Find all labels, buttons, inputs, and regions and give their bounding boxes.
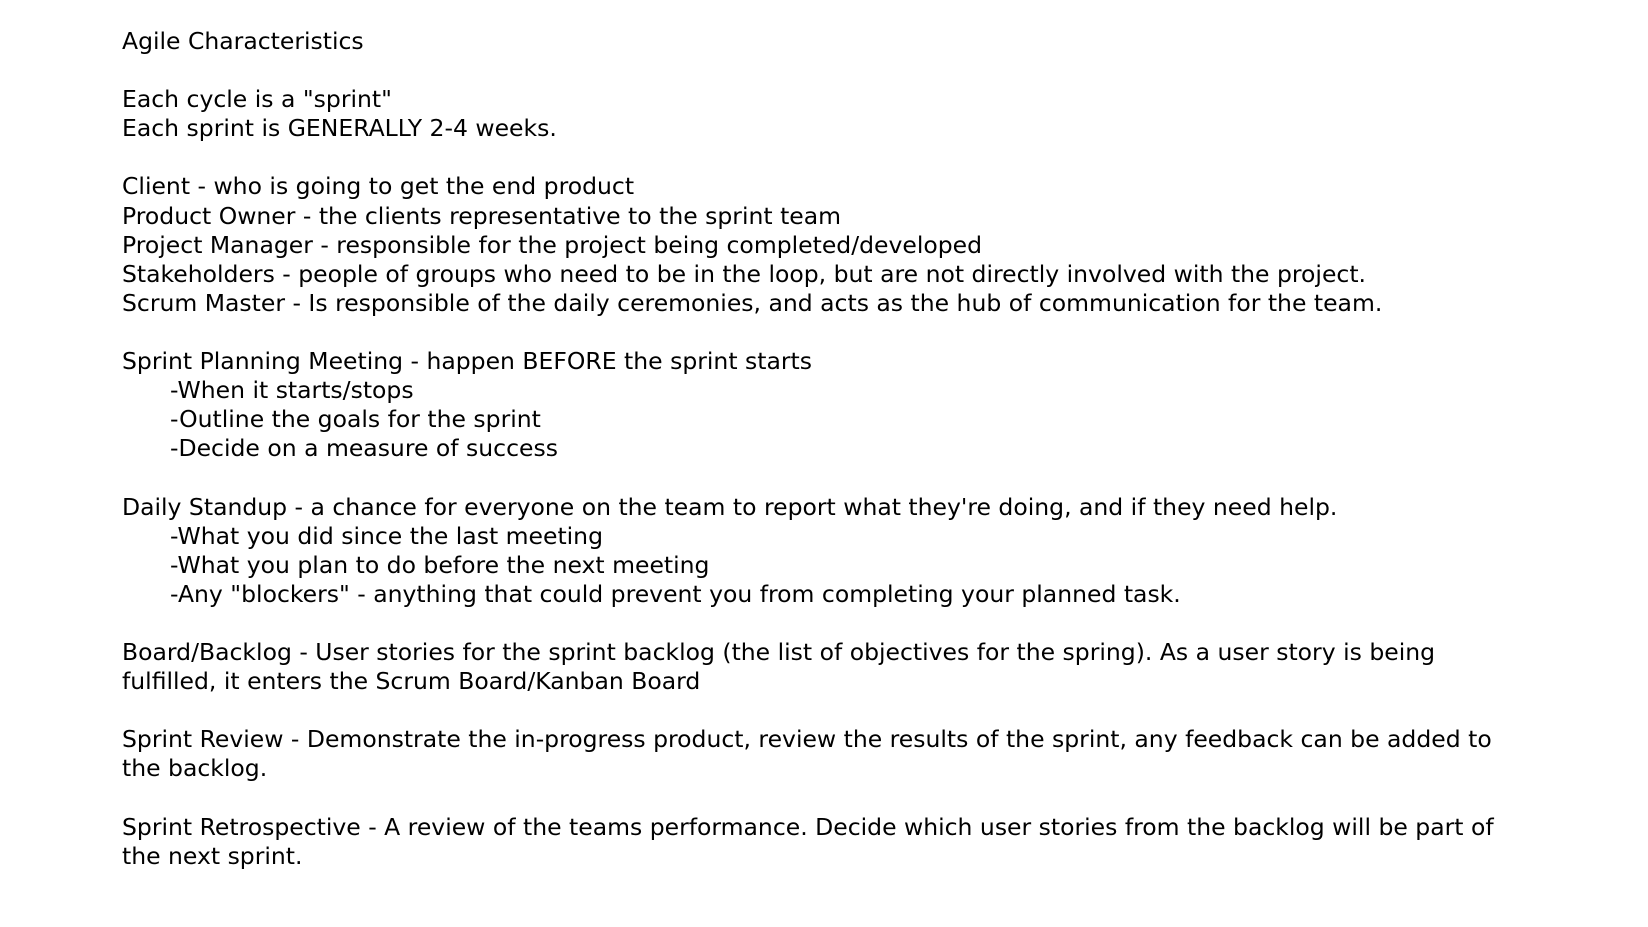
planning-item: -Outline the goals for the sprint <box>170 405 541 434</box>
planning-item: -When it starts/stops <box>170 376 414 405</box>
standup-item: -Any "blockers" - anything that could pr… <box>170 579 1181 608</box>
standup-item: -What you did since the last meeting <box>170 521 603 550</box>
role-stakeholders: Stakeholders - people of groups who need… <box>122 259 1367 288</box>
retrospective-paragraph: Sprint Retrospective - A review of the t… <box>122 812 1494 870</box>
role-project-manager: Project Manager - responsible for the pr… <box>122 230 983 259</box>
standup-item: -What you plan to do before the next mee… <box>170 550 710 579</box>
review-paragraph: Sprint Review - Demonstrate the in-progr… <box>122 725 1492 783</box>
backlog-paragraph: Board/Backlog - User stories for the spr… <box>122 637 1436 696</box>
document-title: Agile Characteristics <box>122 27 364 55</box>
role-scrum-master: Scrum Master - Is responsible of the dai… <box>122 288 1383 317</box>
document-body: Agile Characteristics Each cycle is a "s… <box>122 27 1522 871</box>
role-client: Client - who is going to get the end pro… <box>122 172 635 201</box>
planning-heading: Sprint Planning Meeting - happen BEFORE … <box>122 347 812 376</box>
role-product-owner: Product Owner - the clients representati… <box>122 201 842 230</box>
intro-line-duration: Each sprint is GENERALLY 2-4 weeks. <box>122 114 557 143</box>
intro-line-cycle: Each cycle is a "sprint" <box>122 85 392 114</box>
planning-item: -Decide on a measure of success <box>170 434 558 463</box>
standup-heading: Daily Standup - a chance for everyone on… <box>122 492 1338 521</box>
